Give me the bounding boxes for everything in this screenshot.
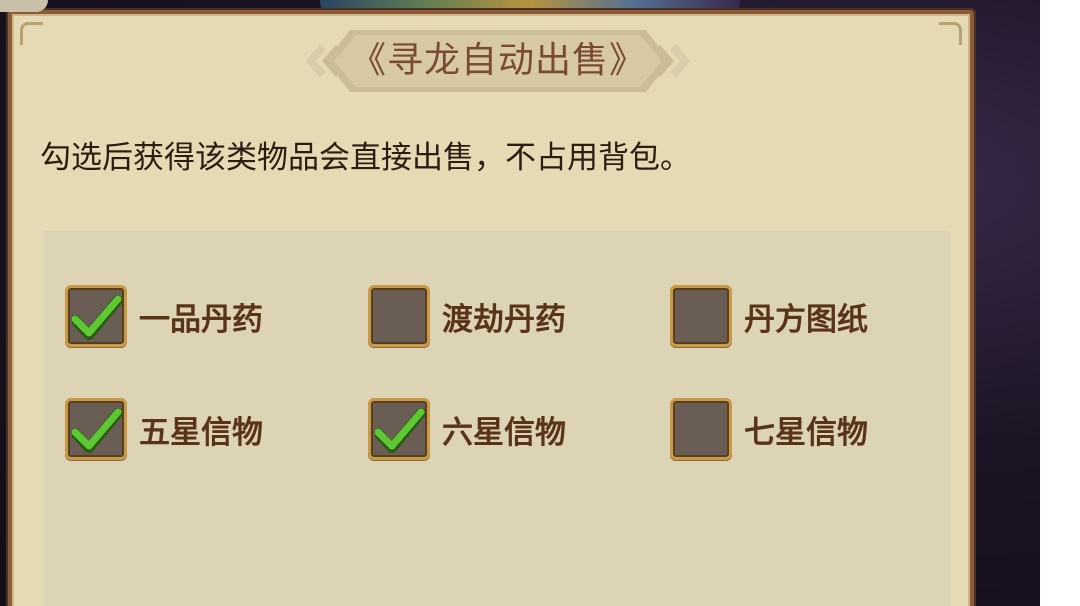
auto-sell-option[interactable]: 一品丹药 bbox=[65, 285, 263, 347]
option-label: 七星信物 bbox=[744, 414, 868, 451]
option-label: 五星信物 bbox=[139, 414, 263, 451]
dialog-description: 勾选后获得该类物品会直接出售，不占用背包。 bbox=[40, 140, 691, 176]
corner-ornament-right bbox=[939, 22, 962, 45]
dialog-title: 《寻龙自动出售》 bbox=[349, 40, 646, 81]
auto-sell-option[interactable]: 六星信物 bbox=[368, 398, 566, 460]
auto-sell-option[interactable]: 渡劫丹药 bbox=[368, 285, 566, 347]
checkbox-unchecked[interactable] bbox=[670, 285, 732, 347]
checkbox-checked[interactable] bbox=[65, 398, 127, 460]
screen-edge bbox=[1040, 0, 1080, 606]
auto-sell-option[interactable]: 五星信物 bbox=[65, 398, 263, 460]
checkbox-checked[interactable] bbox=[368, 398, 430, 460]
corner-ornament-left bbox=[20, 22, 43, 45]
auto-sell-option[interactable]: 七星信物 bbox=[670, 398, 868, 460]
option-label: 渡劫丹药 bbox=[442, 301, 566, 338]
checkbox-checked[interactable] bbox=[65, 285, 127, 347]
game-screen: 《寻龙自动出售》 勾选后获得该类物品会直接出售，不占用背包。 一品丹药 渡劫丹药 丹… bbox=[0, 0, 1080, 606]
option-label: 一品丹药 bbox=[139, 301, 263, 338]
frame-ornament bbox=[0, 0, 48, 12]
checkmark-icon bbox=[72, 295, 122, 340]
option-label: 六星信物 bbox=[442, 414, 566, 451]
checkbox-unchecked[interactable] bbox=[368, 285, 430, 347]
auto-sell-option[interactable]: 丹方图纸 bbox=[670, 285, 868, 347]
option-label: 丹方图纸 bbox=[744, 301, 868, 338]
checkbox-unchecked[interactable] bbox=[670, 398, 732, 460]
title-plaque: 《寻龙自动出售》 bbox=[306, 30, 690, 92]
checkmark-icon bbox=[72, 408, 122, 453]
checkmark-icon bbox=[375, 408, 425, 453]
